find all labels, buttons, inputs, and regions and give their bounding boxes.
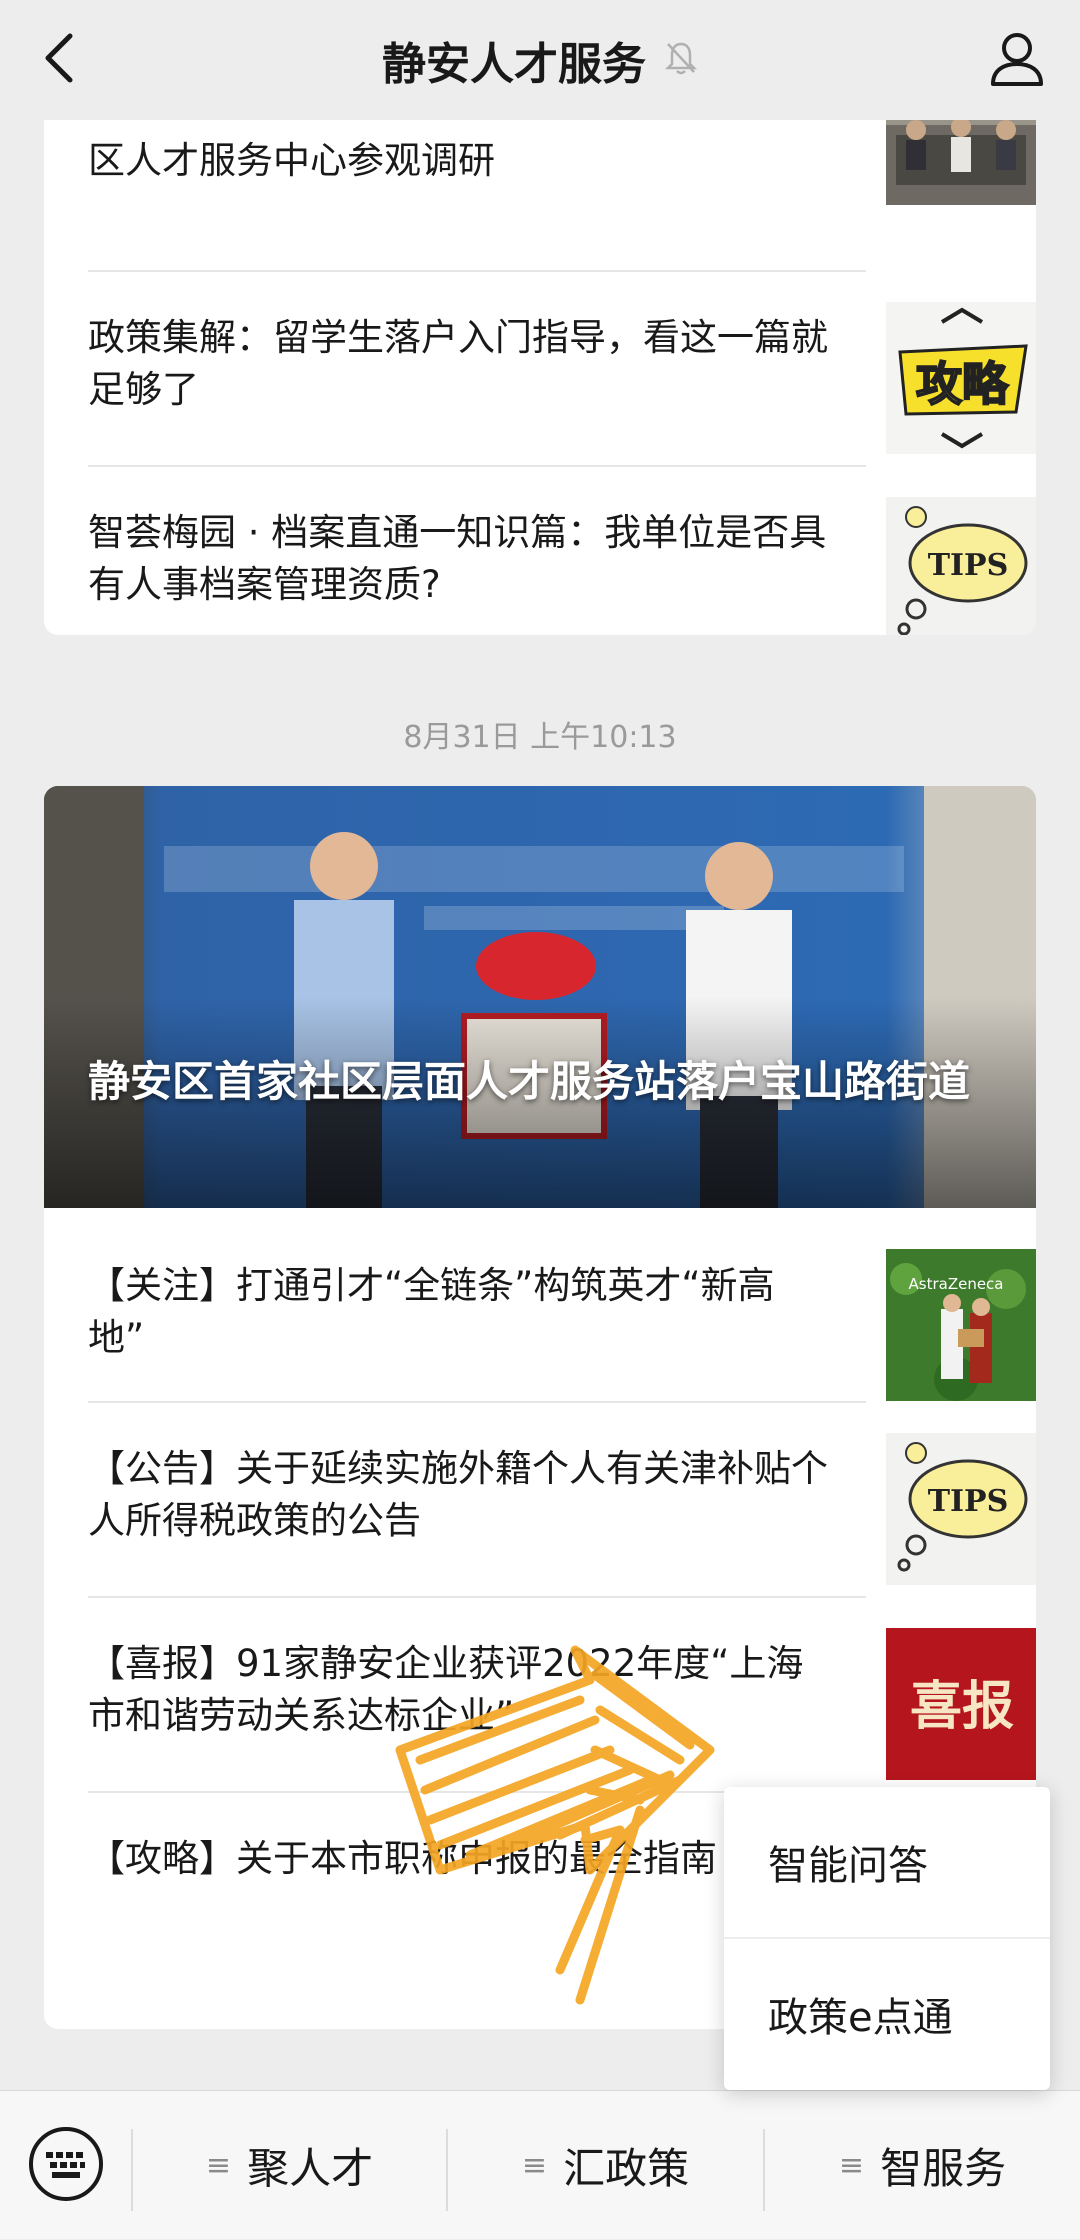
article-title: 区人才服务中心参观调研 — [88, 139, 495, 182]
tips-text: TIPS — [928, 548, 1009, 583]
article-item[interactable]: 政策集解：留学生落户入门指导，看这一篇就足够了 攻略 — [88, 272, 1036, 467]
profile-icon[interactable] — [984, 26, 1050, 92]
menu-zhifuwu[interactable]: ≡ 智服务 — [765, 2091, 1080, 2240]
gonglue-text: 攻略 — [916, 357, 1009, 411]
article-thumbnail-astrazeneca: AstraZeneca — [886, 1249, 1036, 1401]
article-thumbnail-xibao: 喜报 — [886, 1628, 1036, 1780]
menu-huizhengce[interactable]: ≡ 汇政策 — [448, 2091, 763, 2240]
article-title: 【公告】关于延续实施外籍个人有关津补贴个人所得税政策的公告 — [88, 1447, 828, 1542]
article-item[interactable]: 【公告】关于延续实施外籍个人有关津补贴个人所得税政策的公告 TIPS — [88, 1403, 1036, 1598]
page-title: 静安人才服务 — [382, 39, 646, 90]
annotation-arrow-icon — [395, 1645, 715, 2005]
hero-image — [44, 786, 1036, 1208]
top-bar: 静安人才服务 — [0, 0, 1080, 120]
article-title: 【关注】打通引才“全链条”构筑英才“新高地” — [88, 1264, 775, 1359]
hero-title: 静安区首家社区层面人才服务站落户宝山路街道 — [88, 1057, 971, 1106]
hamburger-icon: ≡ — [205, 2148, 232, 2183]
article-card: 区人才服务中心参观调研 政策集解：留学生落户入门指导，看这一篇就足够了 攻略 智… — [44, 120, 1036, 635]
hamburger-icon: ≡ — [838, 2148, 865, 2183]
menu-label: 汇政策 — [563, 2144, 690, 2193]
hamburger-icon: ≡ — [521, 2148, 548, 2183]
article-title: 政策集解：留学生落户入门指导，看这一篇就足够了 — [88, 316, 828, 411]
back-arrow-icon[interactable] — [30, 28, 90, 88]
astrazeneca-text: AstraZeneca — [909, 1275, 1004, 1293]
menu-item-policy-e[interactable]: 政策e点通 — [724, 1939, 1050, 2089]
bottom-menu-bar: ≡ 聚人才 ≡ 汇政策 ≡ 智服务 — [0, 2090, 1080, 2239]
article-thumbnail-tips: TIPS — [886, 497, 1036, 635]
article-thumbnail-gonglue: 攻略 — [886, 302, 1036, 454]
article-item[interactable]: 【关注】打通引才“全链条”构筑英才“新高地” AstraZeneca — [88, 1208, 1036, 1403]
keyboard-icon[interactable] — [28, 2126, 104, 2202]
menu-item-smart-qa[interactable]: 智能问答 — [724, 1787, 1050, 1937]
article-item[interactable]: 区人才服务中心参观调研 — [88, 120, 1036, 272]
hero-article[interactable]: 静安区首家社区层面人才服务站落户宝山路街道 — [44, 786, 1036, 1208]
xibao-text: 喜报 — [910, 1676, 1014, 1737]
mute-bell-icon — [664, 40, 698, 80]
menu-juren[interactable]: ≡ 聚人才 — [133, 2091, 446, 2240]
article-thumbnail-meeting — [886, 120, 1036, 237]
tips-text: TIPS — [928, 1484, 1009, 1519]
service-popup-menu: 智能问答 政策e点通 — [724, 1787, 1050, 2090]
menu-label: 聚人才 — [247, 2144, 374, 2193]
article-title: 智荟梅园 · 档案直通一知识篇：我单位是否具有人事档案管理资质? — [88, 511, 827, 606]
article-item[interactable]: 智荟梅园 · 档案直通一知识篇：我单位是否具有人事档案管理资质? TIPS — [88, 467, 1036, 635]
article-thumbnail-tips: TIPS — [886, 1433, 1036, 1585]
menu-label: 智服务 — [880, 2144, 1007, 2193]
message-timestamp: 8月31日 上午10:13 — [403, 720, 677, 755]
